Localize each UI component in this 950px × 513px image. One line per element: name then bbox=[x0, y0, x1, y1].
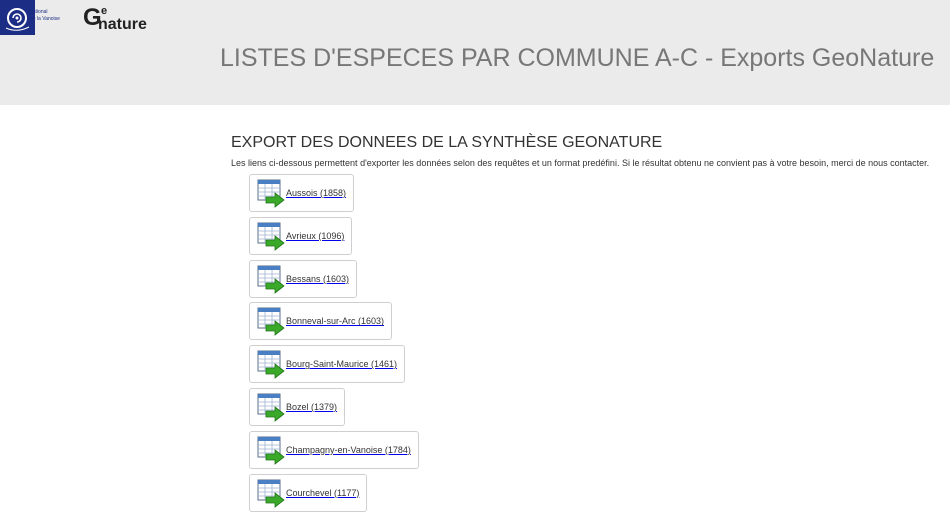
export-row: Bessans (1603) bbox=[249, 259, 419, 303]
export-link-button[interactable]: Bessans (1603) bbox=[249, 259, 358, 298]
intro-text: Les liens ci-dessous permettent d'export… bbox=[231, 158, 930, 168]
spreadsheet-export-icon bbox=[257, 179, 285, 208]
spreadsheet-export-icon bbox=[257, 479, 285, 508]
export-row: Bonneval-sur-Arc (1603) bbox=[249, 302, 419, 345]
export-row: Avrieux (1096) bbox=[249, 216, 419, 260]
export-link-label: Bessans (1603) bbox=[286, 273, 350, 284]
export-link-label: Champagny-en-Vanoise (1784) bbox=[286, 444, 411, 455]
export-row: Bozel (1379) bbox=[249, 387, 419, 431]
export-link-label: Bozel (1379) bbox=[286, 401, 338, 412]
spreadsheet-export-icon bbox=[257, 265, 285, 294]
export-link-button[interactable]: Bozel (1379) bbox=[249, 387, 346, 426]
export-row: Champagny-en-Vanoise (1784) bbox=[249, 430, 419, 474]
geonature-logo[interactable]: G e nature bbox=[81, 3, 161, 33]
page-title: LISTES D'ESPECES PAR COMMUNE A-C - Expor… bbox=[220, 44, 935, 72]
export-row: Aussois (1858) bbox=[249, 174, 419, 217]
logo-text-line-1: national bbox=[30, 9, 48, 15]
export-section: EXPORT DES DONNEES DE LA SYNTHÈSE GEONAT… bbox=[231, 134, 931, 174]
export-link-label: Courchevel (1177) bbox=[286, 487, 360, 498]
export-link-button[interactable]: Courchevel (1177) bbox=[249, 473, 368, 512]
export-link-button[interactable]: Champagny-en-Vanoise (1784) bbox=[249, 430, 419, 469]
export-list: Aussois (1858) Avrieux (1096) Bessans (1… bbox=[249, 174, 419, 513]
export-link-label: Bourg-Saint-Maurice (1461) bbox=[286, 359, 398, 370]
export-link-button[interactable]: Bourg-Saint-Maurice (1461) bbox=[249, 345, 406, 384]
spreadsheet-export-icon bbox=[257, 307, 285, 337]
section-title: EXPORT DES DONNEES DE LA SYNTHÈSE GEONAT… bbox=[231, 134, 663, 151]
page-header: national de la Vanoise G e nature LISTES… bbox=[0, 0, 950, 105]
export-link-label: Avrieux (1096) bbox=[286, 230, 345, 241]
export-link-button[interactable]: Avrieux (1096) bbox=[249, 216, 353, 255]
spreadsheet-export-icon bbox=[257, 393, 285, 422]
export-link-label: Aussois (1858) bbox=[286, 188, 347, 198]
logo-text-line-2: de la Vanoise bbox=[30, 16, 60, 22]
spreadsheet-export-icon bbox=[257, 350, 285, 380]
svg-text:nature: nature bbox=[98, 16, 147, 33]
export-link-label: Bonneval-sur-Arc (1603) bbox=[286, 316, 385, 327]
export-row: Courchevel (1177) bbox=[249, 473, 419, 513]
export-row: Bourg-Saint-Maurice (1461) bbox=[249, 345, 419, 388]
export-link-button[interactable]: Bonneval-sur-Arc (1603) bbox=[249, 302, 393, 341]
export-link-button[interactable]: Aussois (1858) bbox=[249, 174, 355, 212]
spreadsheet-export-icon bbox=[257, 436, 285, 465]
parc-vanoise-logo-text: national de la Vanoise bbox=[30, 9, 70, 23]
spreadsheet-export-icon bbox=[257, 222, 285, 251]
